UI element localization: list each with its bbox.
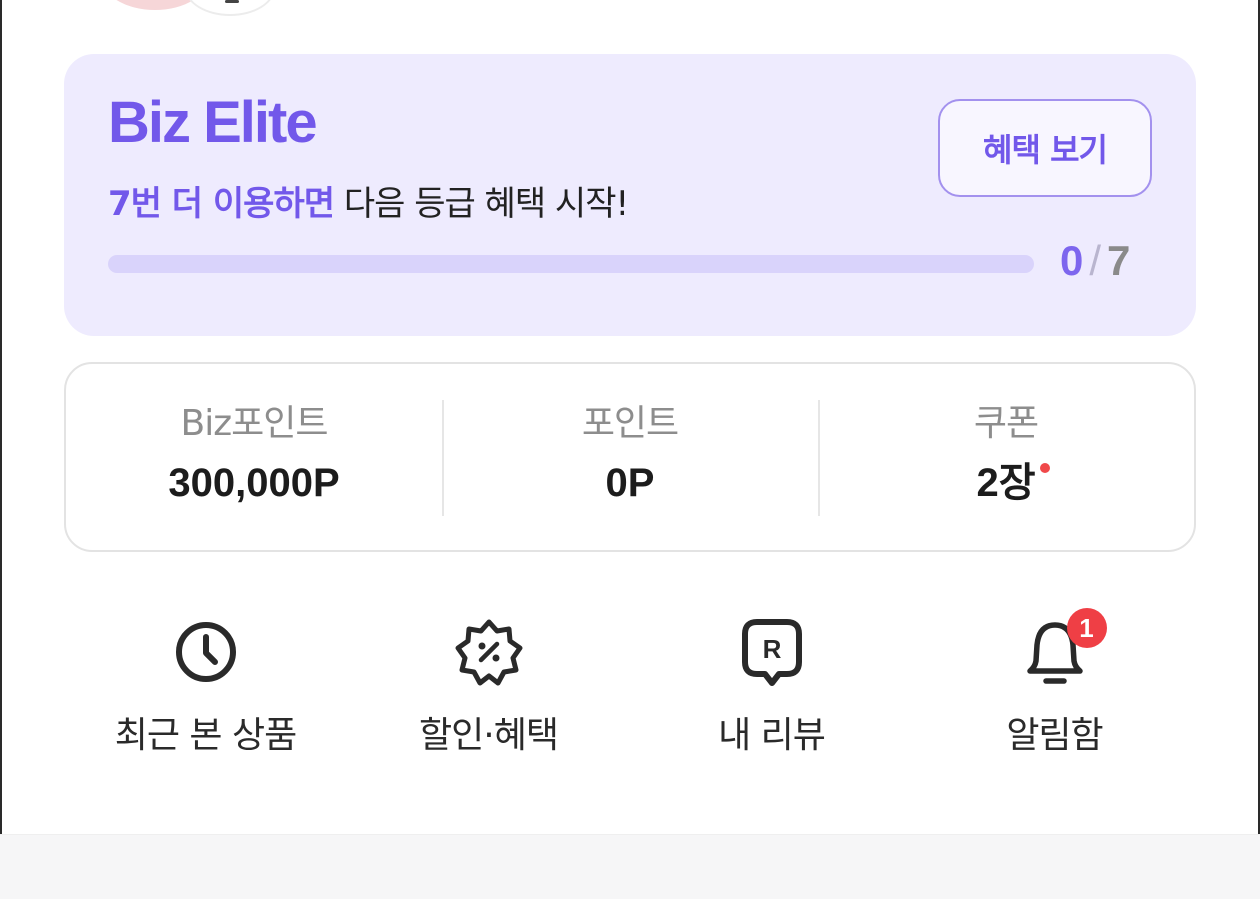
menu-label: 할인·혜택 xyxy=(419,715,559,756)
section-divider xyxy=(0,834,1260,899)
menu-notifications[interactable]: 1 알림함 xyxy=(913,608,1196,772)
progress-separator: / xyxy=(1089,237,1102,284)
menu-label: 최근 본 상품 xyxy=(114,715,297,756)
menu-label: 내 리뷰 xyxy=(718,715,826,756)
notification-count-badge: 1 xyxy=(1066,608,1107,648)
new-indicator-dot xyxy=(1039,463,1050,474)
grade-progress-count: 0/7 xyxy=(1060,240,1130,282)
stat-value: 0P xyxy=(605,461,655,506)
edit-badge-icon[interactable] xyxy=(185,0,275,16)
quick-menu: 최근 본 상품 할인·혜택 R 내 리뷰 1 알림함 xyxy=(64,608,1196,772)
review-icon: R xyxy=(734,612,810,692)
points-summary-card: Biz포인트 300,000P 포인트 0P 쿠폰 2장 xyxy=(64,362,1196,552)
discount-badge-icon xyxy=(451,612,527,692)
clock-icon xyxy=(168,612,244,692)
grade-logo: Biz Elite xyxy=(108,90,318,155)
svg-text:R: R xyxy=(762,634,781,664)
membership-grade-card: Biz Elite 7번 더 이용하면 다음 등급 혜택 시작! 혜택 보기 0… xyxy=(64,54,1196,336)
menu-label: 알림함 xyxy=(1006,715,1103,756)
stat-coupons[interactable]: 쿠폰 2장 xyxy=(818,364,1194,550)
stat-points[interactable]: 포인트 0P xyxy=(442,364,818,550)
progress-current: 0 xyxy=(1060,237,1084,284)
bell-icon: 1 xyxy=(1017,608,1107,692)
menu-discounts[interactable]: 할인·혜택 xyxy=(347,612,630,772)
grade-message-highlight: 7번 더 이용하면 xyxy=(108,184,335,224)
view-benefits-button[interactable]: 혜택 보기 xyxy=(938,99,1152,197)
grade-message: 7번 더 이용하면 다음 등급 혜택 시작! xyxy=(108,184,629,225)
menu-recently-viewed[interactable]: 최근 본 상품 xyxy=(64,612,347,772)
stat-value: 2장 xyxy=(976,459,1050,507)
menu-my-reviews[interactable]: R 내 리뷰 xyxy=(630,612,913,772)
stat-value: 300,000P xyxy=(168,461,340,506)
stat-label: 쿠폰 xyxy=(973,403,1039,444)
grade-progress-bar xyxy=(108,255,1034,273)
progress-total: 7 xyxy=(1107,237,1131,284)
stat-biz-points[interactable]: Biz포인트 300,000P xyxy=(66,364,442,550)
stat-label: 포인트 xyxy=(581,403,679,444)
window-frame-left xyxy=(0,0,2,834)
stat-label: Biz포인트 xyxy=(180,403,329,444)
grade-message-text: 다음 등급 혜택 시작! xyxy=(334,184,629,224)
